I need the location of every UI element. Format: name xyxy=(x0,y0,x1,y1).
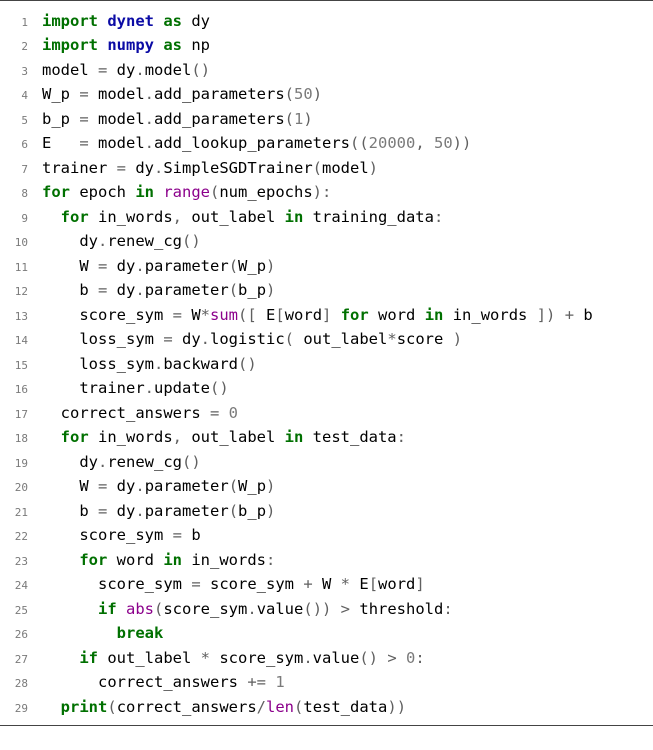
line-number: 21 xyxy=(0,504,42,521)
code-content: if abs(score_sym.value()) > threshold: xyxy=(42,597,653,621)
code-line: 9 for in_words, out_label in training_da… xyxy=(0,205,653,229)
code-content: W = dy.parameter(W_p) xyxy=(42,474,653,498)
code-line: 24 score_sym = score_sym + W * E[word] xyxy=(0,572,653,596)
code-content: for in_words, out_label in test_data: xyxy=(42,425,653,449)
code-content: dy.renew_cg() xyxy=(42,229,653,253)
code-content: for in_words, out_label in training_data… xyxy=(42,205,653,229)
code-content: if out_label * score_sym.value() > 0: xyxy=(42,646,653,670)
code-content: correct_answers += 1 xyxy=(42,670,653,694)
line-number: 23 xyxy=(0,553,42,570)
code-line: 26 break xyxy=(0,621,653,645)
code-line: 14 loss_sym = dy.logistic( out_label*sco… xyxy=(0,327,653,351)
line-number: 9 xyxy=(0,210,42,227)
code-content: W_p = model.add_parameters(50) xyxy=(42,82,653,106)
code-content: score_sym = W*sum([ E[word] for word in … xyxy=(42,303,653,327)
line-number: 6 xyxy=(0,136,42,153)
code-line: 15 loss_sym.backward() xyxy=(0,352,653,376)
code-content: E = model.add_lookup_parameters((20000, … xyxy=(42,131,653,155)
code-line: 7trainer = dy.SimpleSGDTrainer(model) xyxy=(0,156,653,180)
code-content: b = dy.parameter(b_p) xyxy=(42,278,653,302)
code-content: W = dy.parameter(W_p) xyxy=(42,254,653,278)
line-number: 11 xyxy=(0,259,42,276)
code-line: 19 dy.renew_cg() xyxy=(0,450,653,474)
code-content: b = dy.parameter(b_p) xyxy=(42,499,653,523)
code-content: correct_answers = 0 xyxy=(42,401,653,425)
line-number: 13 xyxy=(0,308,42,325)
code-line: 12 b = dy.parameter(b_p) xyxy=(0,278,653,302)
code-content: trainer.update() xyxy=(42,376,653,400)
code-content: score_sym = b xyxy=(42,523,653,547)
line-number: 8 xyxy=(0,185,42,202)
code-line: 2import numpy as np xyxy=(0,33,653,57)
line-number: 18 xyxy=(0,430,42,447)
line-number: 12 xyxy=(0,283,42,300)
line-number: 22 xyxy=(0,528,42,545)
code-content: trainer = dy.SimpleSGDTrainer(model) xyxy=(42,156,653,180)
code-line: 5b_p = model.add_parameters(1) xyxy=(0,107,653,131)
line-number: 14 xyxy=(0,332,42,349)
line-number: 7 xyxy=(0,161,42,178)
line-number: 2 xyxy=(0,38,42,55)
line-number: 17 xyxy=(0,406,42,423)
code-line: 16 trainer.update() xyxy=(0,376,653,400)
line-number: 29 xyxy=(0,700,42,717)
code-line: 20 W = dy.parameter(W_p) xyxy=(0,474,653,498)
code-line: 21 b = dy.parameter(b_p) xyxy=(0,499,653,523)
code-line: 22 score_sym = b xyxy=(0,523,653,547)
line-number: 4 xyxy=(0,87,42,104)
line-number: 5 xyxy=(0,112,42,129)
code-line: 27 if out_label * score_sym.value() > 0: xyxy=(0,646,653,670)
code-listing: 1import dynet as dy2import numpy as np3m… xyxy=(0,0,653,726)
code-content: print(correct_answers/len(test_data)) xyxy=(42,695,653,719)
code-line: 17 correct_answers = 0 xyxy=(0,401,653,425)
code-content: import numpy as np xyxy=(42,33,653,57)
line-number: 26 xyxy=(0,626,42,643)
code-line: 1import dynet as dy xyxy=(0,9,653,33)
line-number: 3 xyxy=(0,63,42,80)
line-number: 28 xyxy=(0,675,42,692)
code-content: dy.renew_cg() xyxy=(42,450,653,474)
line-number: 27 xyxy=(0,651,42,668)
line-number: 10 xyxy=(0,234,42,251)
code-line: 25 if abs(score_sym.value()) > threshold… xyxy=(0,597,653,621)
code-line: 29 print(correct_answers/len(test_data)) xyxy=(0,695,653,719)
line-number: 25 xyxy=(0,602,42,619)
code-line: 4W_p = model.add_parameters(50) xyxy=(0,82,653,106)
line-number: 19 xyxy=(0,455,42,472)
code-content: loss_sym.backward() xyxy=(42,352,653,376)
code-line: 11 W = dy.parameter(W_p) xyxy=(0,254,653,278)
code-content: model = dy.model() xyxy=(42,58,653,82)
code-line: 8for epoch in range(num_epochs): xyxy=(0,180,653,204)
code-content: b_p = model.add_parameters(1) xyxy=(42,107,653,131)
code-line: 23 for word in in_words: xyxy=(0,548,653,572)
line-number: 24 xyxy=(0,577,42,594)
line-number: 16 xyxy=(0,381,42,398)
code-line: 6E = model.add_lookup_parameters((20000,… xyxy=(0,131,653,155)
code-content: score_sym = score_sym + W * E[word] xyxy=(42,572,653,596)
code-content: loss_sym = dy.logistic( out_label*score … xyxy=(42,327,653,351)
code-line: 18 for in_words, out_label in test_data: xyxy=(0,425,653,449)
code-content: for epoch in range(num_epochs): xyxy=(42,180,653,204)
code-line: 3model = dy.model() xyxy=(0,58,653,82)
code-content: break xyxy=(42,621,653,645)
line-number: 1 xyxy=(0,14,42,31)
code-content: import dynet as dy xyxy=(42,9,653,33)
code-line: 28 correct_answers += 1 xyxy=(0,670,653,694)
code-line: 13 score_sym = W*sum([ E[word] for word … xyxy=(0,303,653,327)
code-line: 10 dy.renew_cg() xyxy=(0,229,653,253)
line-number: 20 xyxy=(0,479,42,496)
code-content: for word in in_words: xyxy=(42,548,653,572)
line-number: 15 xyxy=(0,357,42,374)
